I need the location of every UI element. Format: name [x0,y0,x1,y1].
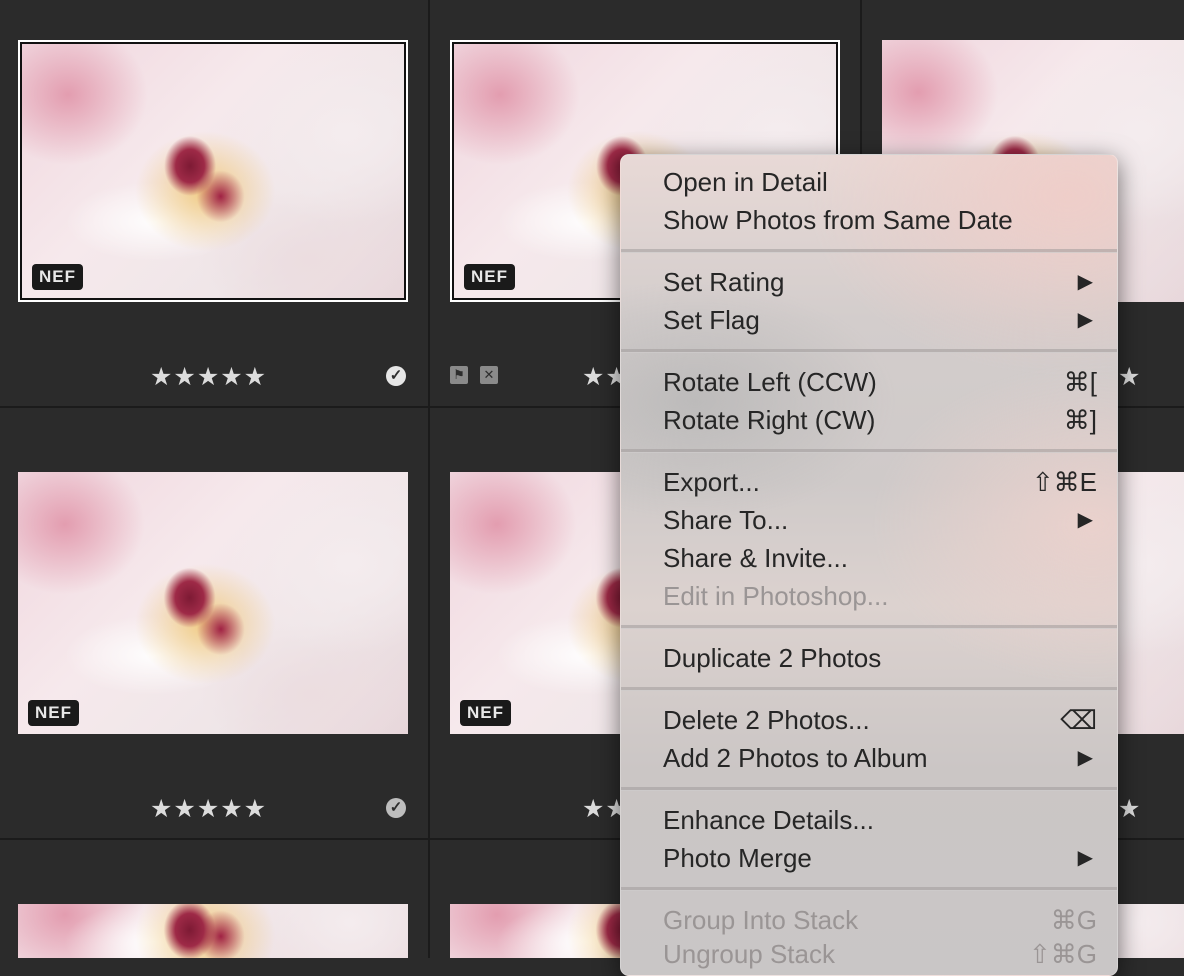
check-icon[interactable]: ✓ [386,366,406,386]
menu-item-label: Ungroup Stack [663,939,835,969]
menu-item-label: Photo Merge [663,843,812,873]
menu-separator [621,625,1117,629]
menu-shortcut: ⇧⌘E [1031,467,1097,497]
menu-item-ungroup-stack: Ungroup Stack ⇧⌘G [663,935,1097,973]
check-icon[interactable]: ✓ [386,798,406,818]
menu-item-label: Show Photos from Same Date [663,205,1013,235]
menu-item-label: Enhance Details... [663,805,875,835]
file-type-badge: NEF [460,700,511,726]
menu-shortcut: ⌘G [1050,905,1097,935]
menu-item-label: Rotate Right (CW) [663,405,876,435]
menu-item-label: Duplicate 2 Photos [663,643,882,673]
menu-item-label: Set Rating [663,267,785,297]
menu-item-label: Delete 2 Photos... [663,705,870,735]
menu-item-label: Add 2 Photos to Album [663,743,928,773]
context-menu: Open in Detail Show Photos from Same Dat… [620,154,1118,976]
star-rating[interactable]: ★★★★★ [150,794,267,824]
menu-item-label: Export... [663,467,760,497]
menu-separator [621,249,1117,253]
grid-divider [428,0,430,958]
menu-item-label: Open in Detail [663,167,828,197]
file-type-badge: NEF [32,264,83,290]
menu-item-rotate-right[interactable]: Rotate Right (CW) ⌘] [663,401,1097,439]
menu-separator [621,449,1117,453]
menu-separator [621,887,1117,891]
delete-key-icon: ⌫ [1060,705,1097,735]
menu-shortcut: ⇧⌘G [1028,939,1097,969]
photo-thumbnail[interactable] [18,904,408,958]
photo-image [18,904,408,958]
menu-item-label: Edit in Photoshop... [663,581,889,611]
menu-item-duplicate[interactable]: Duplicate 2 Photos [663,639,1097,677]
menu-item-show-same-date[interactable]: Show Photos from Same Date [663,201,1097,239]
menu-item-set-flag[interactable]: Set Flag ▶ [663,301,1097,339]
menu-item-edit-in-photoshop: Edit in Photoshop... [663,577,1097,615]
menu-item-rotate-left[interactable]: Rotate Left (CCW) ⌘[ [663,363,1097,401]
menu-item-share-to[interactable]: Share To... ▶ [663,501,1097,539]
submenu-arrow-icon: ▶ [1077,271,1093,293]
file-type-badge: NEF [464,264,515,290]
menu-item-group-into-stack: Group Into Stack ⌘G [663,901,1097,939]
menu-shortcut: ⌘] [1063,405,1097,435]
file-type-badge: NEF [28,700,79,726]
menu-separator [621,687,1117,691]
photo-thumbnail[interactable]: NEF [18,472,408,734]
menu-item-label: Rotate Left (CCW) [663,367,877,397]
submenu-arrow-icon: ▶ [1077,747,1093,769]
star-rating[interactable]: ★★★★★ [150,362,267,392]
flag-pick-icon[interactable]: ⚑ [450,366,468,384]
submenu-arrow-icon: ▶ [1077,509,1093,531]
menu-item-label: Set Flag [663,305,760,335]
menu-item-photo-merge[interactable]: Photo Merge ▶ [663,839,1097,877]
menu-shortcut: ⌘[ [1063,367,1097,397]
menu-item-enhance-details[interactable]: Enhance Details... [663,801,1097,839]
menu-item-label: Share & Invite... [663,543,848,573]
flag-reject-icon[interactable]: ✕ [480,366,498,384]
photo-image [18,472,408,734]
star-rating[interactable]: ★ [1118,362,1141,392]
menu-item-export[interactable]: Export... ⇧⌘E [663,463,1097,501]
photo-thumbnail[interactable]: NEF [18,40,408,302]
photo-image [22,44,404,298]
menu-item-share-invite[interactable]: Share & Invite... [663,539,1097,577]
star-rating[interactable]: ★ [1118,794,1141,824]
menu-item-open-in-detail[interactable]: Open in Detail [663,163,1097,201]
menu-separator [621,787,1117,791]
submenu-arrow-icon: ▶ [1077,309,1093,331]
menu-item-set-rating[interactable]: Set Rating ▶ [663,263,1097,301]
submenu-arrow-icon: ▶ [1077,847,1093,869]
menu-item-delete[interactable]: Delete 2 Photos... ⌫ [663,701,1097,739]
menu-item-label: Share To... [663,505,789,535]
menu-separator [621,349,1117,353]
menu-item-add-to-album[interactable]: Add 2 Photos to Album ▶ [663,739,1097,777]
menu-item-label: Group Into Stack [663,905,859,935]
